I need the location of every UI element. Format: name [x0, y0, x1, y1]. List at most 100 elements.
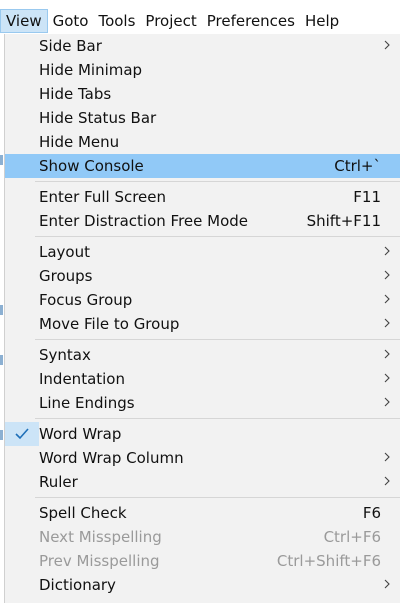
chevron-right-icon: [384, 452, 390, 464]
menu-item-label: Enter Distraction Free Mode: [39, 212, 249, 230]
menu-separator: [5, 178, 400, 185]
view-menu-dropdown: Side Bar Hide Minimap Hide Tabs Hide Status…: [4, 34, 400, 603]
menubar-item-tools[interactable]: Tools: [93, 9, 140, 33]
menu-item-check-column: [5, 446, 39, 470]
menu-item-label: Next Misspelling: [39, 528, 162, 546]
editor-gutter-mark: [0, 305, 3, 315]
menu-item-side-bar[interactable]: Side Bar: [5, 34, 400, 58]
menu-item-label: Side Bar: [39, 37, 102, 55]
chevron-right-icon: [384, 270, 390, 282]
chevron-right-icon: [384, 373, 390, 385]
menu-item-label: Indentation: [39, 370, 125, 388]
menu-item-check-column: [5, 367, 39, 391]
menu-item-shortcut: F6: [362, 504, 381, 522]
menu-item-label: Prev Misspelling: [39, 552, 160, 570]
menu-item-check-column: [5, 58, 39, 82]
editor-gutter-mark: [0, 355, 3, 365]
menubar-item-preferences[interactable]: Preferences: [202, 9, 300, 33]
editor-gutter-mark: [0, 430, 3, 440]
chevron-right-icon: [384, 476, 390, 488]
menu-item-label: Line Endings: [39, 394, 135, 412]
menu-separator: [5, 415, 400, 422]
menu-item-label: Spell Check: [39, 504, 127, 522]
menu-item-next-misspelling[interactable]: Next Misspelling Ctrl+F6: [5, 525, 400, 549]
menu-item-ruler[interactable]: Ruler: [5, 470, 400, 494]
menu-item-check-column: [5, 391, 39, 415]
app-window: View Goto Tools Project Preferences Help Side…: [0, 0, 400, 603]
menu-item-shortcut: Ctrl+Shift+F6: [276, 552, 381, 570]
menu-item-label: Move File to Group: [39, 315, 180, 333]
menu-item-check-column: [5, 422, 39, 446]
chevron-right-icon: [384, 40, 390, 52]
menu-item-check-column: [5, 185, 39, 209]
menu-item-check-column: [5, 501, 39, 525]
menu-item-check-column: [5, 82, 39, 106]
menu-bar: View Goto Tools Project Preferences Help: [0, 9, 400, 33]
menu-item-check-column: [5, 343, 39, 367]
menubar-item-project[interactable]: Project: [140, 9, 201, 33]
menu-item-shortcut: Shift+F11: [306, 212, 381, 230]
menu-separator: [5, 494, 400, 501]
menu-item-label: Layout: [39, 243, 90, 261]
menu-item-label: Show Console: [39, 157, 144, 175]
check-icon: [15, 428, 29, 440]
menu-item-check-column: [5, 34, 39, 58]
menu-item-hide-minimap[interactable]: Hide Minimap: [5, 58, 400, 82]
menu-item-hide-status-bar[interactable]: Hide Status Bar: [5, 106, 400, 130]
menu-item-spell-check[interactable]: Spell Check F6: [5, 501, 400, 525]
menu-item-label: Hide Minimap: [39, 61, 143, 79]
menu-item-show-console[interactable]: Show Console Ctrl+`: [5, 154, 400, 178]
menu-item-check-column: [5, 209, 39, 233]
menu-item-label: Dictionary: [39, 576, 116, 594]
menu-item-check-column: [5, 240, 39, 264]
menu-item-word-wrap-column[interactable]: Word Wrap Column: [5, 446, 400, 470]
menu-item-dictionary[interactable]: Dictionary: [5, 573, 400, 597]
menu-item-focus-group[interactable]: Focus Group: [5, 288, 400, 312]
menu-item-label: Hide Status Bar: [39, 109, 157, 127]
menu-item-syntax[interactable]: Syntax: [5, 343, 400, 367]
chevron-right-icon: [384, 579, 390, 591]
chevron-right-icon: [384, 318, 390, 330]
menu-item-word-wrap[interactable]: Word Wrap: [5, 422, 400, 446]
editor-gutter-mark: [0, 155, 3, 165]
menu-item-check-column: [5, 312, 39, 336]
menu-item-label: Enter Full Screen: [39, 188, 167, 206]
menu-item-check-column: [5, 525, 39, 549]
menu-item-shortcut: F11: [353, 188, 381, 206]
menu-item-move-file-to-group[interactable]: Move File to Group: [5, 312, 400, 336]
menu-item-check-column: [5, 288, 39, 312]
menu-item-line-endings[interactable]: Line Endings: [5, 391, 400, 415]
menu-item-indentation[interactable]: Indentation: [5, 367, 400, 391]
chevron-right-icon: [384, 246, 390, 258]
menu-item-label: Focus Group: [39, 291, 133, 309]
menu-item-check-column: [5, 130, 39, 154]
menu-item-layout[interactable]: Layout: [5, 240, 400, 264]
menubar-item-help[interactable]: Help: [300, 9, 344, 33]
menu-item-check-column: [5, 549, 39, 573]
menu-item-check-column: [5, 470, 39, 494]
menu-separator: [5, 233, 400, 240]
menu-item-enter-full-screen[interactable]: Enter Full Screen F11: [5, 185, 400, 209]
menu-item-check-column: [5, 264, 39, 288]
chevron-right-icon: [384, 349, 390, 361]
menu-item-check-column: [5, 106, 39, 130]
menu-item-label: Ruler: [39, 473, 78, 491]
menu-item-label: Hide Menu: [39, 133, 120, 151]
menu-item-check-column: [5, 573, 39, 597]
menu-item-shortcut: Ctrl+`: [334, 157, 381, 175]
menu-item-hide-tabs[interactable]: Hide Tabs: [5, 82, 400, 106]
menu-item-hide-menu[interactable]: Hide Menu: [5, 130, 400, 154]
chevron-right-icon: [384, 294, 390, 306]
menu-item-label: Hide Tabs: [39, 85, 112, 103]
menubar-item-goto[interactable]: Goto: [48, 9, 94, 33]
menubar-item-view[interactable]: View: [0, 9, 48, 33]
menu-item-shortcut: Ctrl+F6: [323, 528, 381, 546]
menu-item-label: Groups: [39, 267, 93, 285]
menu-item-enter-distraction-free-mode[interactable]: Enter Distraction Free Mode Shift+F11: [5, 209, 400, 233]
menu-separator: [5, 336, 400, 343]
menu-item-groups[interactable]: Groups: [5, 264, 400, 288]
menu-item-label: Syntax: [39, 346, 91, 364]
chevron-right-icon: [384, 397, 390, 409]
menu-item-check-column: [5, 154, 39, 178]
menu-item-prev-misspelling[interactable]: Prev Misspelling Ctrl+Shift+F6: [5, 549, 400, 573]
